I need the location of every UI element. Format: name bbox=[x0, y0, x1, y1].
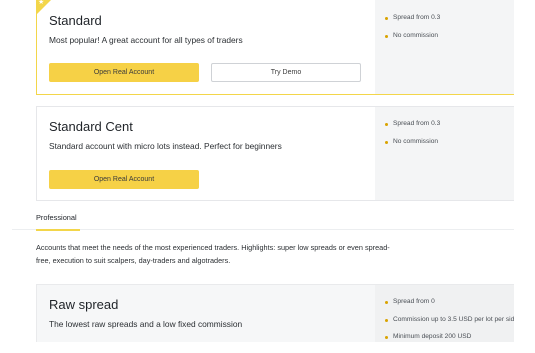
standard-cent-open-real-account-button[interactable]: Open Real Account bbox=[49, 170, 199, 189]
bullet-dot bbox=[385, 335, 388, 339]
accounts-page: ★ Standard Most popular! A great account… bbox=[12, 0, 526, 342]
bullet-dot bbox=[385, 122, 388, 126]
raw-spread-title: Raw spread bbox=[49, 297, 119, 312]
window-edge bbox=[514, 0, 535, 353]
professional-description: Accounts that meet the needs of the most… bbox=[36, 243, 390, 265]
standard-cent-description: Standard account with micro lots instead… bbox=[49, 141, 282, 151]
bullet-dot bbox=[385, 300, 388, 304]
popular-badge: ★ bbox=[37, 0, 51, 14]
standard-open-real-account-button[interactable]: Open Real Account bbox=[49, 63, 199, 82]
standard-features-panel: Spread from 0.3 No commission bbox=[375, 0, 525, 94]
window-edge-bottom bbox=[0, 342, 535, 353]
standard-cent-title: Standard Cent bbox=[49, 119, 133, 134]
standard-description: Most popular! A great account for all ty… bbox=[49, 35, 243, 45]
standard-try-demo-button[interactable]: Try Demo bbox=[211, 63, 361, 82]
star-icon: ★ bbox=[38, 0, 45, 6]
standard-cent-features-panel: Spread from 0.3 No commission bbox=[375, 107, 525, 200]
bullet-dot bbox=[385, 140, 388, 144]
standard-cent-account-card: Standard Cent Standard account with micr… bbox=[36, 106, 526, 201]
raw-spread-description: The lowest raw spreads and a low fixed c… bbox=[49, 319, 243, 329]
bullet-dot bbox=[385, 34, 388, 38]
bullet-dot bbox=[385, 16, 388, 20]
professional-tab-underline bbox=[36, 229, 80, 231]
section-divider bbox=[12, 229, 526, 230]
standard-account-card: ★ Standard Most popular! A great account… bbox=[36, 0, 526, 95]
standard-title: Standard bbox=[49, 13, 102, 28]
bullet-dot bbox=[385, 318, 388, 322]
raw-spread-account-card: Raw spread The lowest raw spreads and a … bbox=[36, 284, 526, 342]
professional-tab[interactable]: Professional bbox=[36, 213, 77, 222]
raw-spread-features-panel: Spread from 0 Commission up to 3.5 USD p… bbox=[375, 285, 525, 342]
